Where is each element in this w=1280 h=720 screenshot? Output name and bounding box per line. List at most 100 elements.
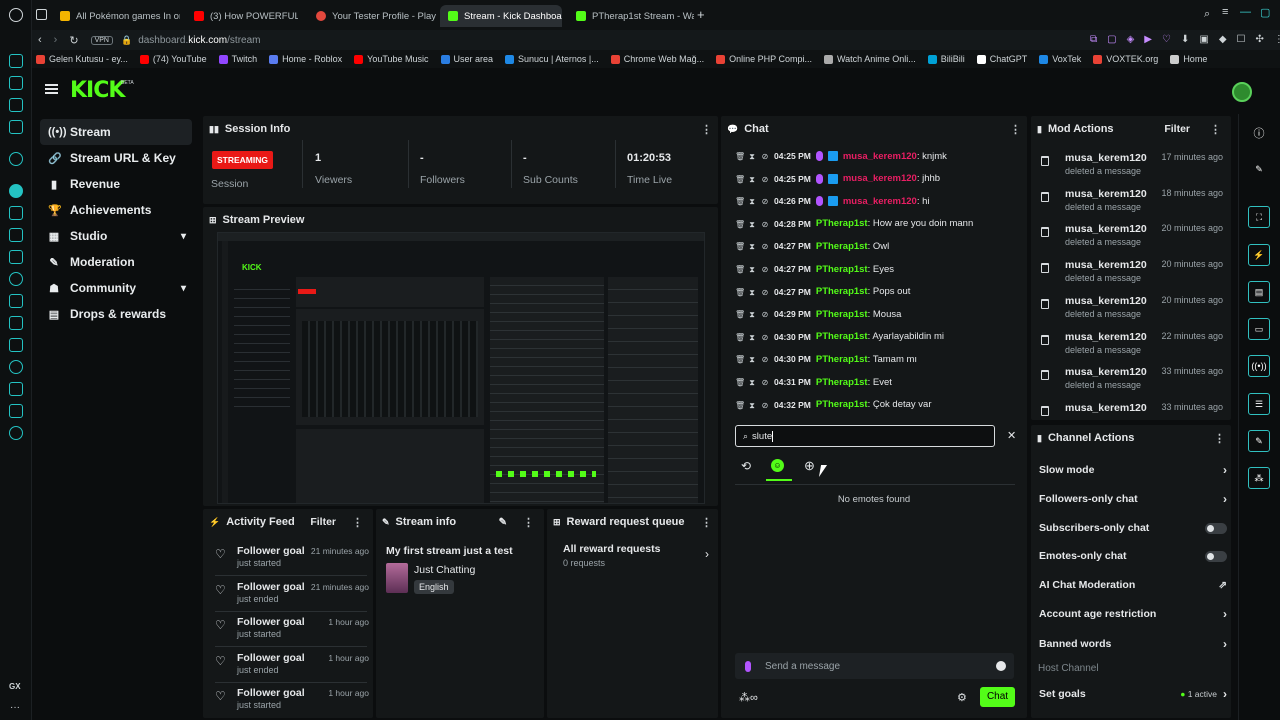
browser-tab-active[interactable]: Stream - Kick Dashboa	[440, 5, 562, 27]
channel-action-subscribers-only-chat[interactable]: Subscribers-only chat	[1039, 517, 1227, 539]
reload-icon[interactable]: ↻	[69, 34, 78, 47]
chat-username[interactable]: PTherap1st	[816, 241, 868, 252]
pencil-icon[interactable]: ✎	[1248, 158, 1270, 180]
toggle-switch[interactable]	[1205, 550, 1227, 562]
bookmark-item[interactable]: Chrome Web Mağ...	[610, 54, 704, 64]
delete-message-icon[interactable]: 🗑	[735, 242, 745, 251]
chat-message[interactable]: 🗑 ⧗ ⊘ 04:25 PM musa_kerem120: knjmk	[735, 148, 947, 164]
ban-icon[interactable]: ⊘	[761, 333, 769, 342]
delete-message-icon[interactable]: 🗑	[735, 197, 745, 206]
lightning-icon[interactable]: ⚡	[1248, 244, 1270, 266]
delete-message-icon[interactable]: 🗑	[735, 401, 745, 410]
bookmark-item[interactable]: YouTube Music	[354, 54, 429, 64]
ban-icon[interactable]: ⊘	[761, 378, 769, 387]
sidebar-app-icon[interactable]	[9, 76, 23, 90]
timeout-icon[interactable]: ⧗	[748, 333, 756, 342]
ban-icon[interactable]: ⊘	[761, 175, 769, 184]
edit-icon[interactable]: ✎	[499, 517, 507, 528]
sidebar-app-icon[interactable]	[9, 184, 23, 198]
history-icon[interactable]	[9, 360, 23, 374]
timeout-icon[interactable]: ⧗	[748, 355, 756, 364]
broadcast-icon[interactable]: ((•))	[1248, 355, 1270, 377]
ban-icon[interactable]: ⊘	[761, 242, 769, 251]
browser-tab[interactable]: Your Tester Profile - Playt	[308, 5, 436, 27]
extension-icon[interactable]: ⧉	[1090, 34, 1097, 45]
info-icon[interactable]: ⓘ	[1248, 122, 1270, 144]
chat-message[interactable]: 🗑 ⧗ ⊘ 04:30 PM PTherap1st: Tamam mı	[735, 351, 917, 367]
browser-tab[interactable]: PTherap1st Stream - Watc	[568, 5, 694, 27]
sidebar-app-icon[interactable]	[9, 98, 23, 112]
vpn-badge[interactable]: VPN	[90, 35, 113, 45]
timeout-icon[interactable]: ⧗	[748, 310, 756, 319]
bookmark-item[interactable]: Home - Roblox	[269, 54, 342, 64]
channel-action-banned-words[interactable]: Banned words ›	[1039, 633, 1227, 655]
kick-logo[interactable]: KICK	[70, 78, 125, 103]
ban-icon[interactable]: ⊘	[761, 197, 769, 206]
chat-message[interactable]: 🗑 ⧗ ⊘ 04:28 PM PTherap1st: How are you doin …	[735, 216, 973, 232]
timeout-icon[interactable]: ⧗	[748, 220, 756, 229]
kebab-icon[interactable]: ⋮	[701, 516, 712, 529]
chat-username[interactable]: PTherap1st	[816, 399, 868, 410]
minimize-icon[interactable]: —	[1240, 6, 1251, 18]
search-icon[interactable]: ⌕	[1204, 8, 1210, 21]
chat-username[interactable]: PTherap1st	[816, 286, 868, 297]
category-name[interactable]: Just Chatting	[414, 564, 475, 576]
close-icon[interactable]: ✕	[1007, 429, 1016, 442]
sidebar-item-achievements[interactable]: 🏆 Achievements	[40, 197, 192, 223]
menu-icon[interactable]: ⋮	[1274, 34, 1280, 45]
chat-username[interactable]: PTherap1st	[816, 218, 868, 229]
bookmark-item[interactable]: VOXTEK.org	[1093, 54, 1158, 64]
delete-message-icon[interactable]: 🗑	[735, 333, 745, 342]
chevron-down-icon[interactable]: ▾	[181, 283, 186, 294]
sidebar-item-revenue[interactable]: ▮ Revenue	[40, 171, 192, 197]
chat-rules-icon[interactable]: ⁂∞	[739, 691, 758, 704]
downloads-icon[interactable]	[9, 382, 23, 396]
bookmark-item[interactable]: Online PHP Compi...	[716, 54, 812, 64]
chat-icon[interactable]: ▭	[1248, 318, 1270, 340]
ban-icon[interactable]: ⊘	[761, 288, 769, 297]
document-icon[interactable]: ▤	[1248, 281, 1270, 303]
kebab-icon[interactable]: ⋮	[1214, 432, 1225, 445]
chevron-down-icon[interactable]: ▾	[181, 231, 186, 242]
bookmark-item[interactable]: VoxTek	[1039, 54, 1081, 64]
channel-action-account-age-restriction[interactable]: Account age restriction ›	[1039, 603, 1227, 625]
bookmark-item[interactable]: User area	[440, 54, 493, 64]
send-chat-button[interactable]: Chat	[980, 687, 1015, 707]
chat-message[interactable]: 🗑 ⧗ ⊘ 04:29 PM PTherap1st: Mousa	[735, 306, 901, 322]
more-icon[interactable]: ···	[10, 702, 20, 713]
stream-preview-video[interactable]: KICK	[217, 232, 705, 504]
delete-message-icon[interactable]: 🗑	[735, 152, 745, 161]
delete-message-icon[interactable]: 🗑	[735, 175, 745, 184]
settings-icon[interactable]	[9, 426, 23, 440]
channel-action-followers-only-chat[interactable]: Followers-only chat ›	[1039, 488, 1227, 510]
external-link-icon[interactable]: ⇗	[1219, 580, 1227, 591]
sidebar-item-moderation[interactable]: ✎ Moderation	[40, 249, 192, 275]
bookmark-item[interactable]: ChatGPT	[976, 54, 1027, 64]
chat-message[interactable]: 🗑 ⧗ ⊘ 04:30 PM PTherap1st: Ayarlayabildin mi	[735, 329, 944, 345]
avatar[interactable]	[1232, 82, 1252, 102]
opera-logo-icon[interactable]	[9, 8, 23, 22]
filter-button[interactable]: Filter	[310, 516, 336, 528]
toggle-switch[interactable]	[1205, 522, 1227, 534]
channel-action-ai-chat-moderation[interactable]: AI Chat Moderation ⇗	[1039, 574, 1227, 596]
recent-emotes-icon[interactable]: ⟲	[741, 459, 751, 473]
sidebar-item-stream-url-key[interactable]: 🔗 Stream URL & Key	[40, 145, 192, 171]
url-field[interactable]: dashboard.kick.com/stream	[138, 35, 260, 46]
gx-icon[interactable]: GX	[9, 682, 21, 691]
timeout-icon[interactable]: ⧗	[748, 197, 756, 206]
kick-emotes-icon[interactable]: ☺	[771, 459, 784, 472]
emote-picker-icon[interactable]	[996, 661, 1006, 671]
timeout-icon[interactable]: ⧗	[748, 242, 756, 251]
sidebar-item-drops-rewards[interactable]: ▤ Drops & rewards	[40, 301, 192, 327]
delete-message-icon[interactable]: 🗑	[735, 355, 745, 364]
sidebar-item-stream[interactable]: ((•)) Stream	[40, 119, 192, 145]
chat-username[interactable]: musa_kerem120	[843, 173, 917, 184]
timeout-icon[interactable]: ⧗	[748, 401, 756, 410]
bookmark-item[interactable]: Home	[1170, 54, 1207, 64]
timeout-icon[interactable]: ⧗	[748, 175, 756, 184]
delete-message-icon[interactable]: 🗑	[735, 310, 745, 319]
extensions-icon[interactable]	[9, 404, 23, 418]
wrench-icon[interactable]: ✎	[1248, 430, 1270, 452]
chat-username[interactable]: PTherap1st	[816, 309, 868, 320]
extension-icon[interactable]: ▢	[1107, 34, 1116, 45]
